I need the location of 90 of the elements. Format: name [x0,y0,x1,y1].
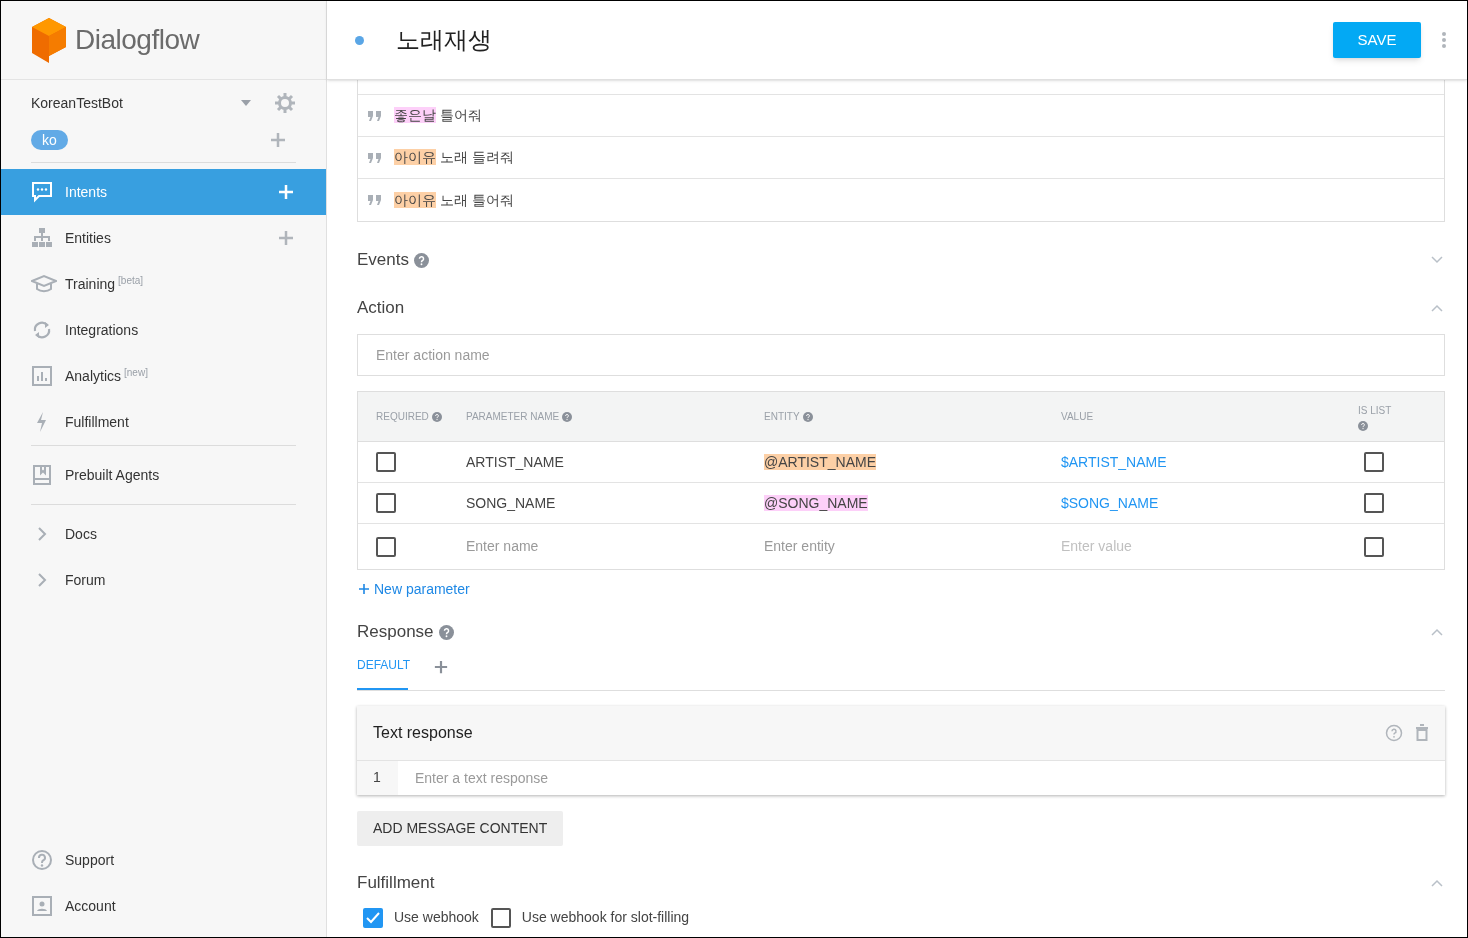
chat-icon [31,181,53,203]
add-icon[interactable] [278,230,294,246]
sync-icon [31,319,53,341]
help-icon[interactable] [438,624,454,640]
expand-icon[interactable] [1431,256,1443,264]
account-icon [31,895,53,917]
nav-label: Docs [65,524,98,544]
nav-item[interactable]: Account [1,883,326,929]
nav-item[interactable]: Training $^{[beta]}$ [1,261,326,307]
nav-item[interactable]: Fulfillment [1,399,326,445]
section-title: Events [357,249,409,272]
nav-label: Analytics $^{[new]}$ [65,365,149,386]
entity-tag[interactable]: @ARTIST_NAME [764,453,876,470]
help-icon[interactable] [1358,420,1368,431]
is-list-checkbox[interactable] [1364,493,1384,513]
dropdown-icon[interactable] [240,99,252,107]
training-phrase[interactable]: 좋은날 틀어줘 [394,105,482,126]
trash-icon[interactable] [1415,724,1429,742]
quote-icon [368,152,382,163]
checkbox[interactable] [490,907,511,928]
parameter-name[interactable]: ARTIST_NAME [466,453,564,470]
brand-name: Dialogflow [75,23,200,57]
nav-item[interactable]: Forum [1,557,326,603]
column-header: VALUE [1061,410,1094,424]
entity-field[interactable]: Enter entity [764,536,964,557]
intent-title[interactable]: 노래재생 [396,22,1333,58]
book-icon [31,464,53,486]
value-field[interactable]: Enter value [1061,536,1261,557]
checkbox-label[interactable]: Use webhook [394,907,479,928]
nav-label: Support [65,850,115,870]
parameter-name[interactable]: SONG_NAME [466,494,556,511]
nav-item[interactable]: Prebuilt Agents [1,452,326,498]
help-icon[interactable] [802,411,813,422]
training-phrase[interactable]: 아이유 노래 들려줘 [394,147,514,168]
more-icon[interactable] [1441,31,1447,49]
nav-item[interactable]: Integrations [1,307,326,353]
required-checkbox[interactable] [376,536,396,557]
action-field[interactable]: Enter action name [357,334,1445,376]
nav-label: Forum [65,570,107,590]
logo-icon [31,17,67,63]
line-number: 1 [357,761,398,795]
checkbox[interactable] [363,907,383,928]
plus-icon [359,584,369,594]
nav-label: Fulfillment [65,412,130,432]
settings-icon[interactable] [274,92,296,114]
nav-label: Prebuilt Agents [65,465,161,485]
column-header: ENTITY [764,410,800,424]
is-list-checkbox[interactable] [1364,536,1384,557]
column-header: REQUIRED [376,410,429,424]
card-title: Text response [373,723,474,743]
entity-tag[interactable]: @SONG_NAME [764,494,868,511]
checkbox-label[interactable]: Use webhook for slot-filling [521,907,690,928]
hierarchy-icon [31,227,53,249]
add-message-content-button[interactable]: ADD MESSAGE CONTENT [357,811,564,846]
help-icon [31,849,53,871]
quote-icon [368,195,382,205]
graduation-cap-icon [31,273,57,295]
column-header: PARAMETER NAME [466,410,560,424]
nav-label: Integrations [65,320,140,340]
bar-chart-icon [31,365,53,387]
collapse-icon[interactable] [1431,304,1443,312]
section-title: Response [357,621,434,644]
help-icon[interactable] [562,411,573,422]
nav-label: Account [65,896,116,916]
required-checkbox[interactable] [376,493,396,513]
text-response-field[interactable]: Enter a text response [415,767,1445,789]
nav-label: Intents [65,182,109,202]
training-phrase[interactable]: 아이유 노래 틀어줘 [394,189,514,211]
help-icon[interactable] [1385,724,1403,742]
quote-icon [368,110,382,121]
nav-item[interactable]: Support [1,837,326,883]
collapse-icon[interactable] [1431,628,1443,636]
nav-item[interactable]: Entities [1,215,326,261]
nav-label: Entities [65,228,112,248]
column-header: IS LIST [1358,403,1392,418]
help-icon[interactable] [414,252,429,268]
help-icon[interactable] [431,411,442,422]
section-title: Action [357,297,405,320]
agent-name[interactable]: KoreanTestBot [31,92,240,114]
nav-item[interactable]: Analytics $^{[new]}$ [1,353,326,399]
required-checkbox[interactable] [376,452,396,472]
add-language-icon[interactable] [270,132,286,148]
collapse-icon[interactable] [1431,879,1443,887]
name-field[interactable]: Enter name [466,536,666,557]
nav-item[interactable]: Docs [1,511,326,557]
is-list-checkbox[interactable] [1364,452,1384,472]
section-title: Fulfillment [357,872,435,895]
nav-label: Training $^{[beta]}$ [65,273,145,294]
new-parameter-link[interactable]: New parameter [359,580,470,598]
add-tab-icon[interactable] [434,660,448,674]
